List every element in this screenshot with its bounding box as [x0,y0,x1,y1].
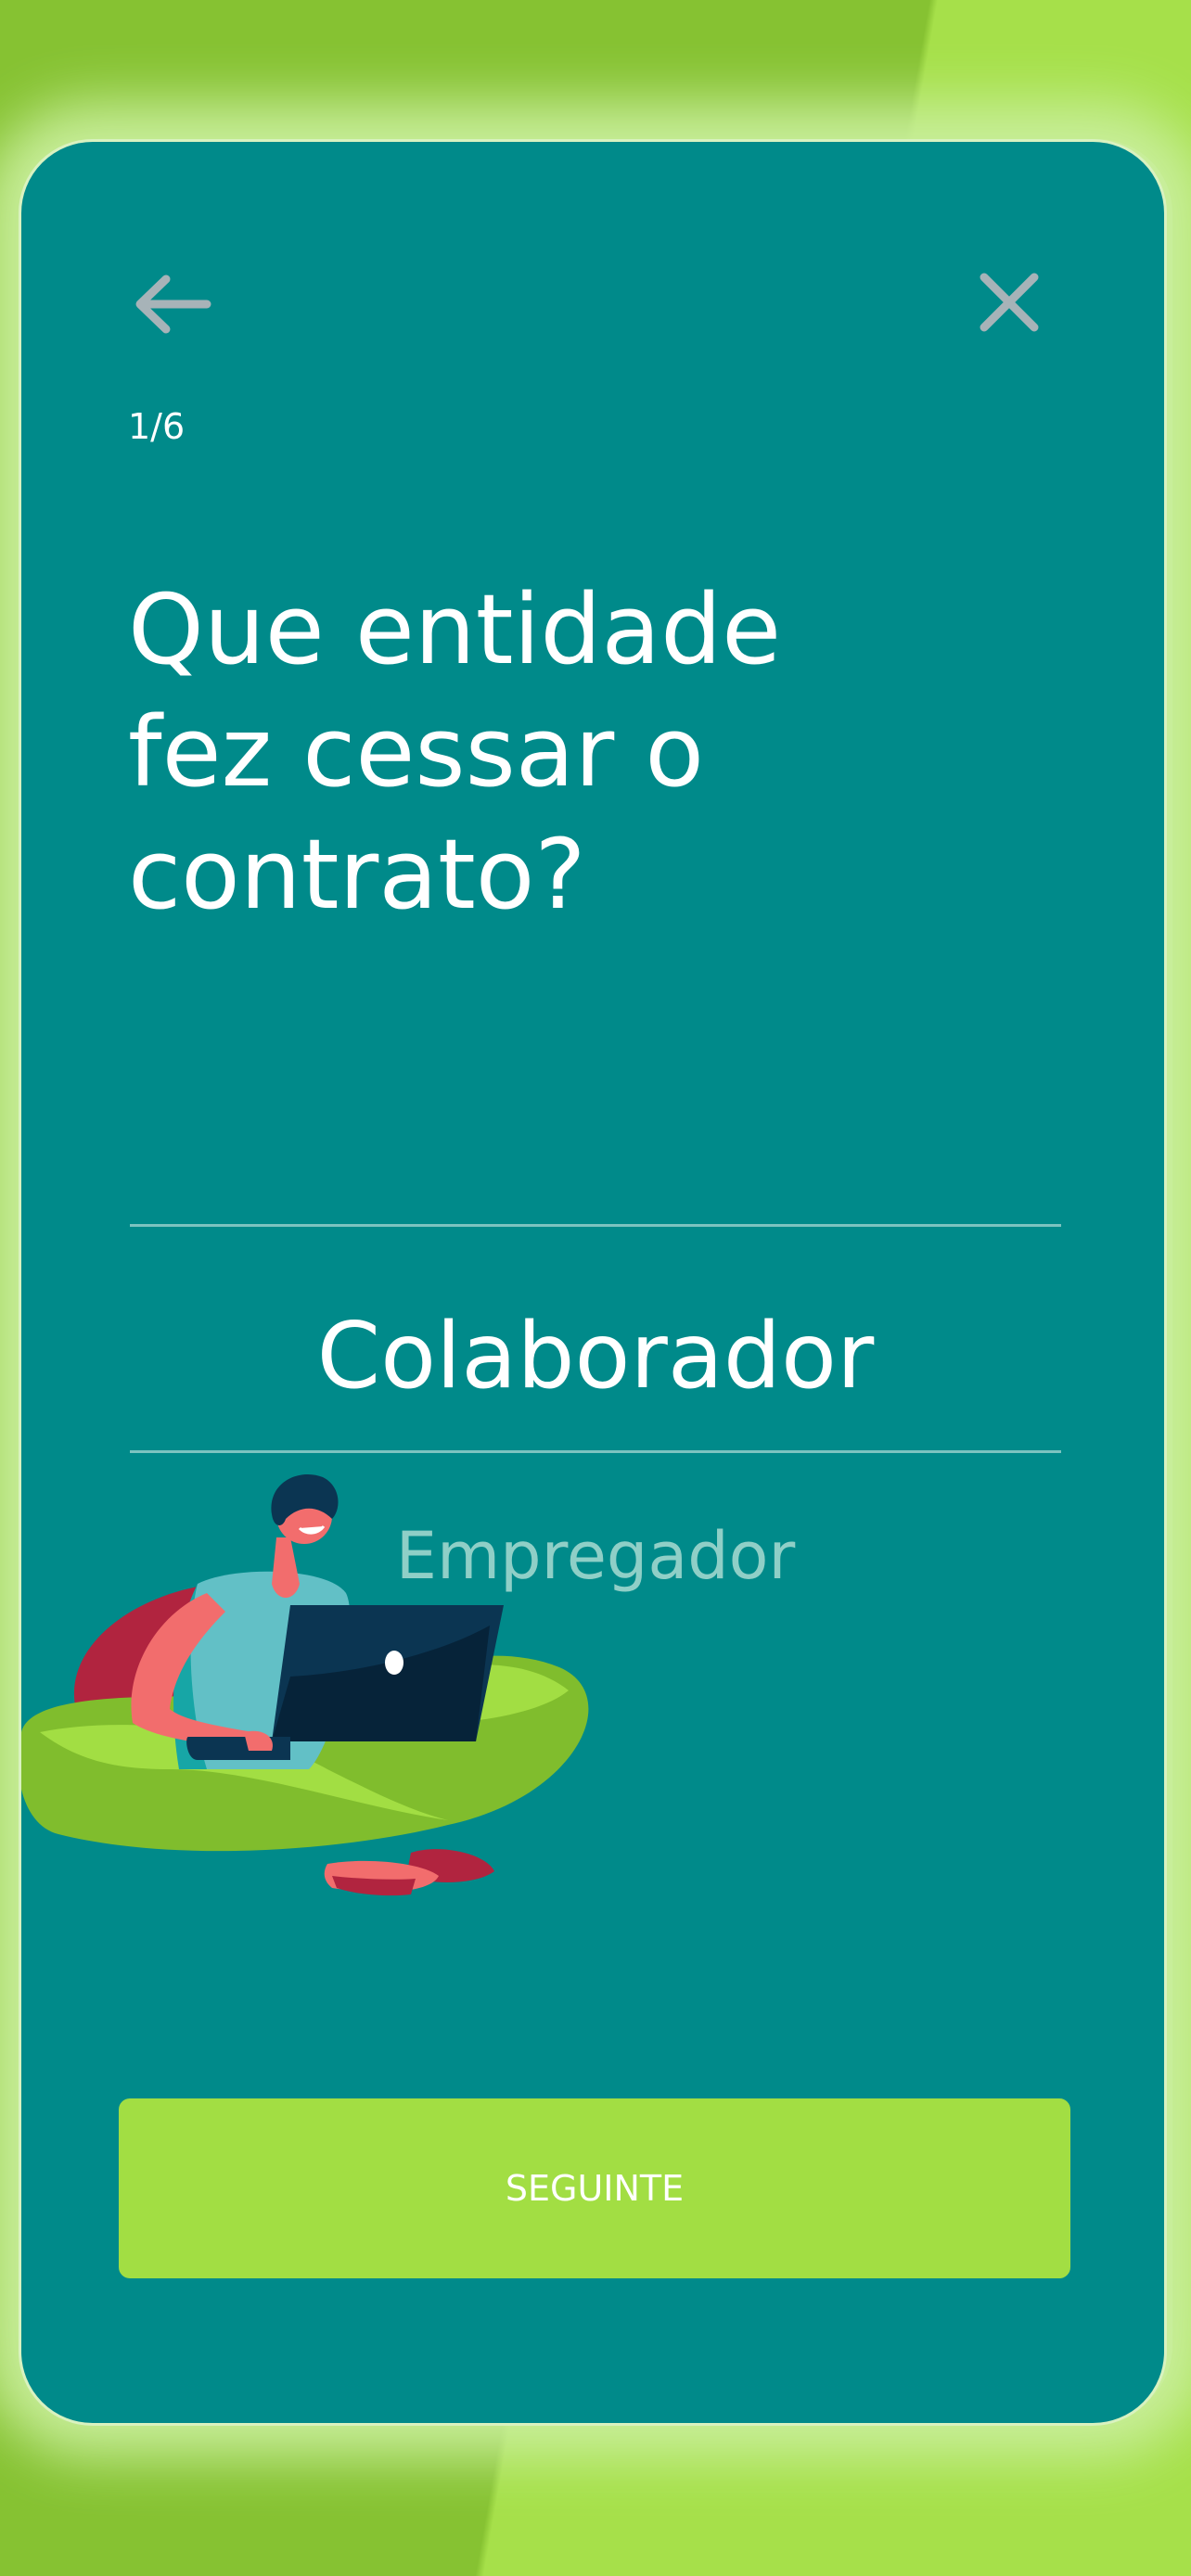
question-line: fez cessar o [128,695,704,809]
step-indicator: 1/6 [128,406,186,447]
close-icon [980,273,1039,332]
question-line: Que entidade [128,573,782,686]
back-button[interactable] [131,272,251,364]
question-title: Que entidade fez cessar o contrato? [128,568,963,936]
close-button[interactable] [977,270,1069,363]
question-line: contrato? [128,818,586,931]
picker-divider-bottom [130,1450,1061,1453]
picker-divider-top [130,1224,1061,1227]
arrow-left-icon [135,274,211,334]
picker-option-colaborador[interactable]: Colaborador [130,1282,1061,1431]
next-button[interactable]: SEGUINTE [119,2098,1070,2278]
person-with-laptop-illustration [21,1473,589,1896]
question-card: 1/6 Que entidade fez cessar o contrato? … [19,139,1167,2426]
